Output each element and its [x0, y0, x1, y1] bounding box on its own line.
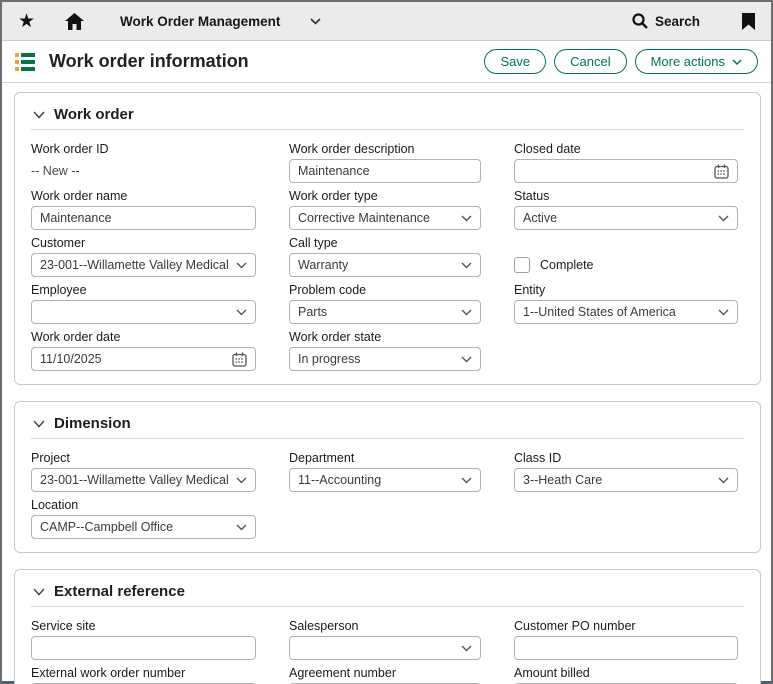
chevron-down-icon: [732, 59, 742, 65]
bookmark-icon[interactable]: [742, 13, 755, 30]
complete-field: Complete: [514, 236, 738, 277]
chevron-down-icon: [718, 477, 729, 484]
customer-select[interactable]: 23-001--Willamette Valley Medical: [31, 253, 256, 277]
location-field: Location CAMP--Campbell Office: [31, 498, 256, 539]
chevron-down-icon: [461, 477, 472, 484]
work-order-state-select[interactable]: In progress: [289, 347, 481, 371]
customer-field: Customer 23-001--Willamette Valley Medic…: [31, 236, 256, 277]
external-work-order-number-field: External work order number: [31, 666, 256, 684]
closed-date-input[interactable]: [514, 159, 738, 183]
status-select[interactable]: Active: [514, 206, 738, 230]
agreement-number-field: Agreement number: [289, 666, 481, 684]
service-site-field: Service site: [31, 619, 256, 660]
problem-code-field: Problem code Parts: [289, 283, 481, 324]
chevron-down-icon: [461, 215, 472, 222]
customer-po-number-input[interactable]: [514, 636, 738, 660]
chevron-down-icon: [718, 309, 729, 316]
employee-field: Employee: [31, 283, 256, 324]
work-order-grid: Work order ID -- New -- Work order descr…: [31, 142, 744, 371]
app-menu-title[interactable]: Work Order Management: [120, 14, 280, 29]
chevron-down-icon: [236, 477, 247, 484]
chevron-down-icon: [236, 309, 247, 316]
complete-checkbox[interactable]: [514, 257, 530, 273]
amount-billed-field: Amount billed: [514, 666, 738, 684]
work-order-id-value: -- New --: [31, 159, 256, 183]
work-order-type-select[interactable]: Corrective Maintenance: [289, 206, 481, 230]
work-order-id-field: Work order ID -- New --: [31, 142, 256, 183]
more-actions-button[interactable]: More actions: [635, 49, 758, 74]
work-order-section-header[interactable]: Work order: [31, 102, 744, 130]
empty-cell: [514, 330, 738, 371]
chevron-down-icon: [461, 645, 472, 652]
save-button[interactable]: Save: [484, 49, 546, 74]
chevron-down-icon: [33, 420, 45, 428]
external-reference-section-header[interactable]: External reference: [31, 579, 744, 607]
chevron-down-icon: [33, 111, 45, 119]
top-bar: ★ Work Order Management Search: [2, 2, 771, 41]
home-icon[interactable]: [65, 13, 84, 30]
search-button[interactable]: Search: [632, 13, 700, 29]
complete-label: Complete: [540, 258, 594, 272]
entity-select[interactable]: 1--United States of America: [514, 300, 738, 324]
chevron-down-icon: [718, 215, 729, 222]
section-title: Work order: [54, 106, 134, 123]
call-type-select[interactable]: Warranty: [289, 253, 481, 277]
calendar-icon[interactable]: [714, 164, 729, 179]
favorite-star-icon[interactable]: ★: [18, 12, 35, 31]
work-order-description-input[interactable]: Maintenance: [289, 159, 481, 183]
customer-po-number-field: Customer PO number: [514, 619, 738, 660]
complete-checkbox-row[interactable]: Complete: [514, 253, 594, 277]
call-type-field: Call type Warranty: [289, 236, 481, 277]
project-select[interactable]: 23-001--Willamette Valley Medical: [31, 468, 256, 492]
chevron-down-icon: [461, 262, 472, 269]
class-id-field: Class ID 3--Heath Care: [514, 451, 738, 492]
dimension-section-header[interactable]: Dimension: [31, 411, 744, 439]
work-order-name-input[interactable]: Maintenance: [31, 206, 256, 230]
entity-field: Entity 1--United States of America: [514, 283, 738, 324]
page-title: Work order information: [49, 51, 249, 72]
work-order-type-field: Work order type Corrective Maintenance: [289, 189, 481, 230]
department-select[interactable]: 11--Accounting: [289, 468, 481, 492]
class-id-select[interactable]: 3--Heath Care: [514, 468, 738, 492]
project-field: Project 23-001--Willamette Valley Medica…: [31, 451, 256, 492]
search-label: Search: [655, 14, 700, 29]
chevron-down-icon: [33, 588, 45, 596]
form-content: Work order Work order ID -- New -- Work …: [2, 83, 771, 684]
work-order-date-input[interactable]: 11/10/2025: [31, 347, 256, 371]
work-order-description-field: Work order description Maintenance: [289, 142, 481, 183]
work-order-state-field: Work order state In progress: [289, 330, 481, 371]
search-icon: [632, 13, 648, 29]
chevron-down-icon[interactable]: [310, 18, 321, 25]
chevron-down-icon: [461, 356, 472, 363]
salesperson-field: Salesperson: [289, 619, 481, 660]
external-reference-section: External reference Service site Salesper…: [14, 569, 761, 684]
closed-date-field: Closed date: [514, 142, 738, 183]
salesperson-select[interactable]: [289, 636, 481, 660]
work-order-section: Work order Work order ID -- New -- Work …: [14, 92, 761, 385]
work-order-date-field: Work order date 11/10/2025: [31, 330, 256, 371]
external-reference-grid: Service site Salesperson Customer PO num…: [31, 619, 744, 684]
department-field: Department 11--Accounting: [289, 451, 481, 492]
employee-select[interactable]: [31, 300, 256, 324]
section-title: External reference: [54, 583, 185, 600]
app-window: ★ Work Order Management Search Work orde…: [0, 0, 773, 684]
calendar-icon[interactable]: [232, 352, 247, 367]
chevron-down-icon: [461, 309, 472, 316]
page-header: Work order information Save Cancel More …: [2, 41, 771, 83]
empty-cell: [514, 498, 738, 539]
chevron-down-icon: [236, 262, 247, 269]
status-field: Status Active: [514, 189, 738, 230]
chevron-down-icon: [236, 524, 247, 531]
work-order-name-field: Work order name Maintenance: [31, 189, 256, 230]
empty-cell: [289, 498, 481, 539]
location-select[interactable]: CAMP--Campbell Office: [31, 515, 256, 539]
service-site-input[interactable]: [31, 636, 256, 660]
record-list-icon[interactable]: [15, 53, 35, 71]
section-title: Dimension: [54, 415, 131, 432]
problem-code-select[interactable]: Parts: [289, 300, 481, 324]
cancel-button[interactable]: Cancel: [554, 49, 626, 74]
dimension-section: Dimension Project 23-001--Willamette Val…: [14, 401, 761, 553]
dimension-grid: Project 23-001--Willamette Valley Medica…: [31, 451, 744, 539]
